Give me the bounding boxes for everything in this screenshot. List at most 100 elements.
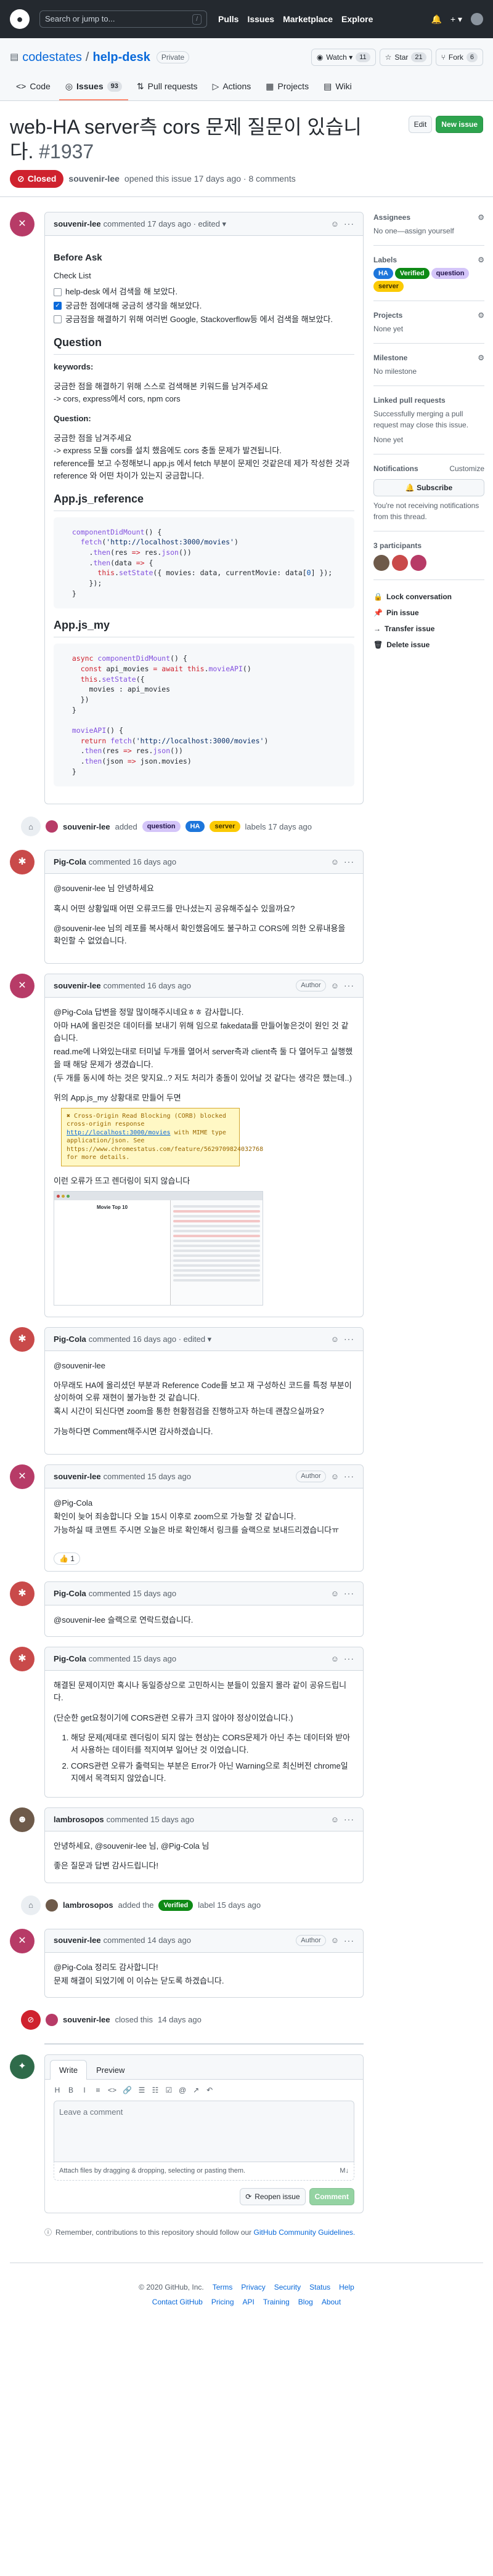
footer-link[interactable]: Security [274, 2282, 301, 2293]
checkbox-unchecked[interactable] [54, 288, 62, 296]
star-button[interactable]: ☆ Star 21 [379, 49, 432, 66]
comment-author[interactable]: Pig-Cola [54, 1588, 86, 1600]
mention-icon[interactable]: @ [179, 2085, 186, 2096]
kebab-menu-icon[interactable]: ··· [344, 1652, 354, 1665]
task-list-icon[interactable]: ☑ [165, 2085, 173, 2096]
kebab-menu-icon[interactable]: ··· [344, 217, 354, 230]
avatar[interactable]: ✱ [10, 1327, 35, 1352]
avatar[interactable]: ✦ [10, 2054, 35, 2079]
new-issue-button[interactable]: New issue [436, 116, 483, 133]
avatar[interactable] [46, 1899, 58, 1912]
guidelines-link[interactable]: GitHub Community Guidelines. [254, 2228, 356, 2237]
participant-avatar[interactable] [373, 555, 389, 571]
pin-issue-button[interactable]: 📌 Pin issue [373, 605, 484, 621]
label-question[interactable]: question [142, 821, 181, 833]
participant-avatar[interactable] [410, 555, 426, 571]
comment-textarea[interactable]: Leave a comment [54, 2101, 354, 2163]
avatar[interactable]: ✕ [10, 1928, 35, 1953]
tab-wiki[interactable]: ▤ Wiki [317, 75, 358, 100]
event-actor[interactable]: souvenir-lee [63, 821, 110, 833]
kebab-menu-icon[interactable]: ··· [344, 1587, 354, 1600]
avatar[interactable]: ☻ [10, 1807, 35, 1833]
user-avatar[interactable] [471, 13, 483, 25]
issue-author-link[interactable]: souvenir-lee [68, 172, 119, 185]
fork-button[interactable]: ⑂ Fork 6 [435, 49, 483, 66]
participant-avatar[interactable] [392, 555, 408, 571]
footer-link[interactable]: Terms [213, 2282, 233, 2293]
smiley-icon[interactable]: ☺ [331, 1471, 339, 1483]
tab-issues[interactable]: ◎ Issues 93 [59, 75, 128, 100]
lock-conversation-button[interactable]: 🔒 Lock conversation [373, 589, 484, 605]
gear-icon[interactable]: ⚙ [478, 254, 484, 265]
gear-icon[interactable]: ⚙ [478, 310, 484, 321]
watch-button[interactable]: ◉ Watch ▾ 11 [311, 49, 376, 66]
tab-code[interactable]: <> Code [10, 75, 57, 100]
smiley-icon[interactable]: ☺ [331, 218, 339, 230]
smiley-icon[interactable]: ☺ [331, 1814, 339, 1826]
bold-icon[interactable]: B [67, 2085, 75, 2096]
kebab-menu-icon[interactable]: ··· [344, 1934, 354, 1947]
kebab-menu-icon[interactable]: ··· [344, 1813, 354, 1826]
preview-tab[interactable]: Preview [87, 2060, 134, 2080]
comment-author[interactable]: souvenir-lee [54, 980, 101, 992]
checkbox-checked[interactable]: ✓ [54, 302, 62, 310]
avatar[interactable]: ✱ [10, 1647, 35, 1672]
kebab-menu-icon[interactable]: ··· [344, 979, 354, 992]
subscribe-button[interactable]: 🔔 Subscribe [373, 479, 484, 496]
link-icon[interactable]: 🔗 [123, 2085, 132, 2096]
comment-submit-button[interactable]: Comment [309, 2187, 354, 2205]
github-logo-icon[interactable]: ● [10, 9, 30, 29]
footer-link[interactable]: About [322, 2296, 341, 2307]
smiley-icon[interactable]: ☺ [331, 1653, 339, 1665]
gear-icon[interactable]: ⚙ [478, 212, 484, 223]
smiley-icon[interactable]: ☺ [331, 980, 339, 992]
customize-link[interactable]: Customize [449, 463, 484, 474]
reference-icon[interactable]: ↗ [192, 2085, 200, 2096]
write-tab[interactable]: Write [50, 2059, 88, 2080]
code-icon[interactable]: <> [108, 2085, 116, 2096]
transfer-issue-button[interactable]: → Transfer issue [373, 621, 484, 637]
event-actor[interactable]: lambrosopos [63, 1899, 113, 1912]
avatar[interactable]: ✕ [10, 973, 35, 998]
smiley-icon[interactable]: ☺ [331, 1333, 339, 1346]
footer-link[interactable]: Status [309, 2282, 330, 2293]
comment-author[interactable]: souvenir-lee [54, 1934, 101, 1947]
label-verified[interactable]: Verified [394, 268, 430, 279]
edit-title-button[interactable]: Edit [408, 116, 433, 133]
create-new-menu[interactable]: + ▾ [450, 13, 462, 26]
nav-pulls[interactable]: Pulls [218, 13, 238, 26]
saved-reply-icon[interactable]: ↶ [206, 2085, 213, 2096]
footer-link[interactable]: Training [263, 2296, 290, 2307]
tab-pull-requests[interactable]: ⇅ Pull requests [131, 75, 204, 100]
delete-issue-button[interactable]: 🗑 Delete issue [373, 637, 484, 653]
avatar[interactable]: ✕ [10, 212, 35, 236]
assignees-value[interactable]: No one—assign yourself [373, 225, 484, 236]
label-question[interactable]: question [431, 268, 470, 279]
reopen-issue-button[interactable]: ⟳ Reopen issue [240, 2187, 306, 2205]
footer-link[interactable]: Contact GitHub [152, 2296, 203, 2307]
avatar[interactable] [46, 820, 58, 833]
avatar[interactable]: ✕ [10, 1464, 35, 1489]
quote-icon[interactable]: ≡ [94, 2085, 102, 2096]
smiley-icon[interactable]: ☺ [331, 1934, 339, 1947]
comment-author[interactable]: souvenir-lee [54, 218, 101, 230]
bulleted-list-icon[interactable]: ☰ [138, 2085, 145, 2096]
avatar[interactable]: ✱ [10, 850, 35, 875]
checkbox-unchecked[interactable] [54, 315, 62, 324]
attach-files-area[interactable]: Attach files by dragging & dropping, sel… [54, 2162, 354, 2181]
smiley-icon[interactable]: ☺ [331, 856, 339, 868]
avatar[interactable]: ✱ [10, 1581, 35, 1607]
comment-author[interactable]: Pig-Cola [54, 856, 86, 868]
comment-author[interactable]: Pig-Cola [54, 1653, 86, 1665]
label-ha[interactable]: HA [373, 268, 393, 279]
comment-author[interactable]: lambrosopos [54, 1814, 104, 1826]
gear-icon[interactable]: ⚙ [478, 352, 484, 363]
repo-owner-link[interactable]: codestates [22, 48, 82, 67]
label-server[interactable]: server [210, 821, 240, 833]
label-verified[interactable]: Verified [158, 1899, 194, 1911]
avatar[interactable] [46, 2013, 58, 2026]
nav-issues[interactable]: Issues [247, 13, 274, 26]
nav-explore[interactable]: Explore [341, 13, 373, 26]
label-ha[interactable]: HA [185, 821, 205, 833]
kebab-menu-icon[interactable]: ··· [344, 1333, 354, 1346]
